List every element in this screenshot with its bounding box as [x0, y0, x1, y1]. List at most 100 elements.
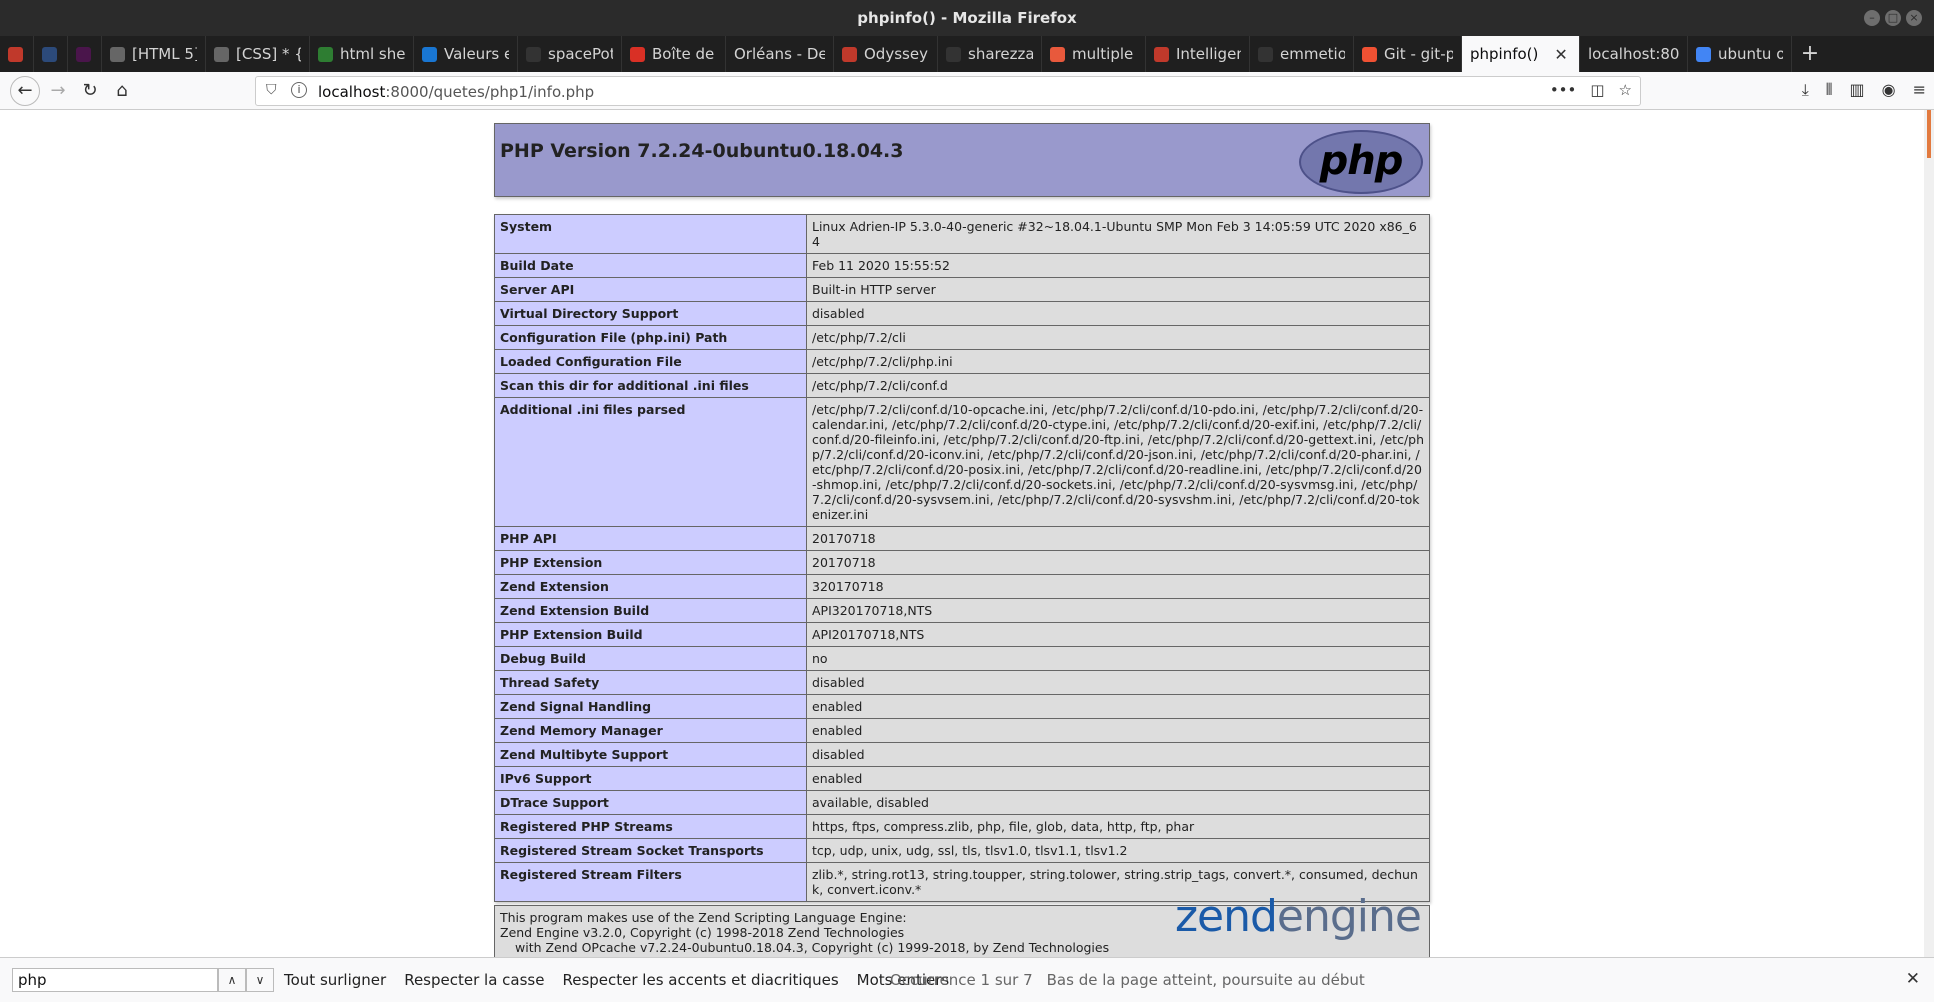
new-tab-icon[interactable]: + [1792, 36, 1828, 72]
table-row: Additional .ini files parsed/etc/php/7.2… [494, 397, 1430, 527]
odyssey-icon [8, 46, 23, 62]
tab-label: Orléans - Dev [734, 45, 825, 63]
browser-tab[interactable]: Boîte de r [622, 36, 726, 72]
reload-icon[interactable]: ↻ [76, 77, 104, 105]
scrollbar-thumb[interactable] [1927, 110, 1931, 158]
table-row: System Linux Adrien-IP 5.3.0-40-generic #… [494, 214, 1430, 254]
site-info-icon[interactable]: i [291, 82, 307, 98]
table-row: Build Date Feb 11 2020 15:55:52 [494, 253, 1430, 278]
browser-tab[interactable]: spacePota [518, 36, 622, 72]
match-diacritics-toggle[interactable]: Respecter les accents et diacritiques [562, 971, 838, 989]
browser-tab[interactable]: html shell [310, 36, 414, 72]
browser-tab[interactable]: ubuntu ou [1688, 36, 1792, 72]
info-key: IPv6 Support [494, 766, 807, 791]
info-key: PHP Extension [494, 550, 807, 575]
page-actions-icon[interactable]: ••• [1550, 81, 1577, 99]
table-row: PHP Extension Build API20170718,NTS [494, 622, 1430, 647]
close-window-icon[interactable]: × [1906, 10, 1922, 26]
info-key: Zend Multibyte Support [494, 742, 807, 767]
table-row: Debug Build no [494, 646, 1430, 671]
find-previous-icon[interactable]: ∧ [218, 968, 246, 992]
info-key: Thread Safety [494, 670, 807, 695]
browser-tab[interactable] [34, 36, 68, 72]
menu-hamburger-icon[interactable]: ≡ [1913, 80, 1926, 100]
browser-tab[interactable]: Valeurs et [414, 36, 518, 72]
info-key: System [494, 214, 807, 254]
github-icon [1258, 46, 1273, 62]
account-icon[interactable]: ◉ [1882, 80, 1896, 100]
info-key: Additional .ini files parsed [494, 397, 807, 527]
info-value: available, disabled [806, 790, 1430, 815]
zend-engine-logo[interactable]: zendengine [1175, 895, 1422, 939]
browser-tab[interactable]: multiple m [1042, 36, 1146, 72]
info-key: Virtual Directory Support [494, 301, 807, 326]
pocket-icon[interactable]: ◫ [1590, 81, 1604, 99]
table-row: Zend Extension Build API320170718,NTS [494, 598, 1430, 623]
table-row: DTrace Support available, disabled [494, 790, 1430, 815]
browser-tab[interactable]: sharezza- [938, 36, 1042, 72]
close-tab-icon[interactable]: ✕ [1554, 45, 1567, 64]
browser-tab[interactable]: Intelligen [1146, 36, 1250, 72]
browser-tab[interactable]: Odyssey - [834, 36, 938, 72]
table-row: PHP Extension 20170718 [494, 550, 1430, 575]
tab-strip: [HTML 5] · [CSS] * { m html shell Valeurs e… [0, 36, 1934, 72]
info-value: tcp, udp, unix, udg, ssl, tls, tlsv1.0, … [806, 838, 1430, 863]
close-find-bar-icon[interactable]: ✕ [1906, 969, 1920, 989]
github-icon [946, 46, 961, 62]
find-input[interactable] [12, 968, 218, 992]
php-logo[interactable]: php [1299, 130, 1423, 194]
info-key: PHP Extension Build [494, 622, 807, 647]
page-scrollbar[interactable] [1924, 110, 1934, 957]
zend-engine-box: This program makes use of the Zend Scrip… [494, 895, 1430, 957]
browser-tab[interactable]: phpinfo() ✕ [1462, 36, 1580, 72]
back-arrow-icon[interactable]: ← [10, 76, 40, 106]
library-icon[interactable]: ⫴ [1826, 80, 1833, 100]
info-value: 20170718 [806, 526, 1430, 551]
info-key: Zend Extension [494, 574, 807, 599]
tab-label: ubuntu ou [1718, 45, 1783, 63]
info-key: PHP API [494, 526, 807, 551]
page-icon [214, 46, 229, 62]
info-key: Registered PHP Streams [494, 814, 807, 839]
downloads-icon[interactable]: ⤓ [1802, 80, 1809, 100]
table-row: Registered Stream Socket Transports tcp, … [494, 838, 1430, 863]
find-bar: ∧ ∨ Tout surligner Respecter la casse Re… [0, 957, 1934, 1002]
at-icon [1154, 46, 1169, 62]
find-next-icon[interactable]: ∨ [246, 968, 274, 992]
mdn-icon [422, 46, 437, 62]
sidebar-icon[interactable]: ▥ [1850, 80, 1865, 100]
table-row: Zend Multibyte Support disabled [494, 742, 1430, 767]
browser-tab[interactable]: [HTML 5] · [102, 36, 206, 72]
info-value: disabled [806, 301, 1430, 326]
tab-label: emmetio/ [1280, 45, 1345, 63]
url-path: :8000/quetes/php1/info.php [385, 83, 595, 101]
tab-label: sharezza- [968, 45, 1033, 63]
info-key: DTrace Support [494, 790, 807, 815]
highlight-all-toggle[interactable]: Tout surligner [284, 971, 386, 989]
browser-tab[interactable] [68, 36, 102, 72]
match-case-toggle[interactable]: Respecter la casse [404, 971, 544, 989]
maximize-icon[interactable]: □ [1885, 10, 1901, 26]
browser-tab[interactable]: localhost:800 [1580, 36, 1688, 72]
browser-tab[interactable]: emmetio/ [1250, 36, 1354, 72]
bookmark-star-icon[interactable]: ☆ [1619, 81, 1632, 99]
home-icon[interactable]: ⌂ [108, 77, 136, 105]
url-bar[interactable]: ⛉ i localhost:8000/quetes/php1/info.php … [255, 76, 1641, 106]
forward-arrow-icon[interactable]: → [44, 77, 72, 105]
tab-label: Boîte de r [652, 45, 717, 63]
slack-icon [76, 46, 91, 62]
browser-tab[interactable]: [CSS] * { m [206, 36, 310, 72]
browser-tab[interactable] [0, 36, 34, 72]
browser-tab[interactable]: Orléans - Dev [726, 36, 834, 72]
url-text[interactable]: localhost:8000/quetes/php1/info.php [318, 83, 594, 101]
url-actions: ••• ◫ ☆ [1550, 81, 1632, 99]
sfr-icon [42, 46, 57, 62]
browser-tab[interactable]: Git - git-pu [1354, 36, 1462, 72]
minimize-icon[interactable]: – [1864, 10, 1880, 26]
info-value: disabled [806, 742, 1430, 767]
tab-label: html shell [340, 45, 405, 63]
info-key: Debug Build [494, 646, 807, 671]
info-value: Feb 11 2020 15:55:52 [806, 253, 1430, 278]
info-key: Zend Extension Build [494, 598, 807, 623]
tracking-shield-icon[interactable]: ⛉ [266, 82, 277, 98]
